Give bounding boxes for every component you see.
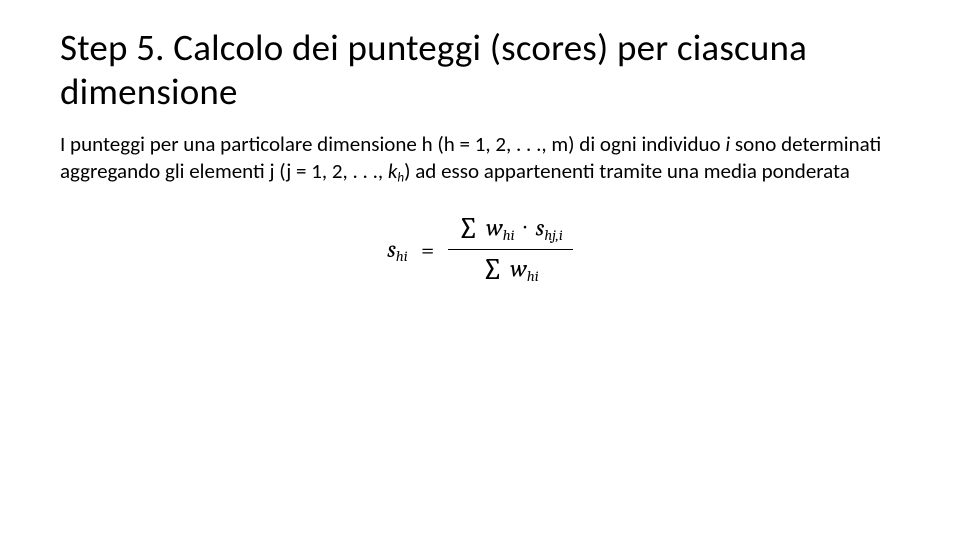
- num-w-sub: hi: [503, 227, 515, 244]
- fraction: ∑ whi · shj,i ∑ whi: [448, 209, 573, 290]
- denominator: ∑ whi: [448, 250, 573, 290]
- numerator: ∑ whi · shj,i: [448, 209, 573, 250]
- sum-icon: ∑: [482, 252, 503, 288]
- num-s-sub: hj,i: [544, 227, 562, 244]
- den-w-sub: hi: [527, 268, 539, 285]
- body-paragraph: I punteggi per una particolare dimension…: [60, 131, 900, 187]
- sum-icon: ∑: [458, 211, 479, 247]
- lhs-sub: hi: [396, 248, 408, 265]
- formula-container: shi = ∑ whi · shj,i ∑ whi: [60, 209, 900, 290]
- multiply-dot: ·: [524, 212, 527, 240]
- formula-lhs: shi: [387, 235, 408, 265]
- den-w: w: [510, 255, 527, 283]
- equals-sign: =: [421, 236, 434, 264]
- body-text-1: I punteggi per una particolare dimension…: [60, 131, 725, 157]
- slide: Step 5. Calcolo dei punteggi (scores) pe…: [0, 0, 960, 540]
- body-text-3: ) ad esso appartenenti tramite una media…: [404, 158, 850, 184]
- slide-title: Step 5. Calcolo dei punteggi (scores) pe…: [60, 26, 900, 113]
- lhs-var: s: [387, 235, 396, 263]
- num-w: w: [486, 214, 503, 242]
- weighted-mean-formula: shi = ∑ whi · shj,i ∑ whi: [387, 209, 573, 290]
- body-text-k: k: [388, 158, 398, 184]
